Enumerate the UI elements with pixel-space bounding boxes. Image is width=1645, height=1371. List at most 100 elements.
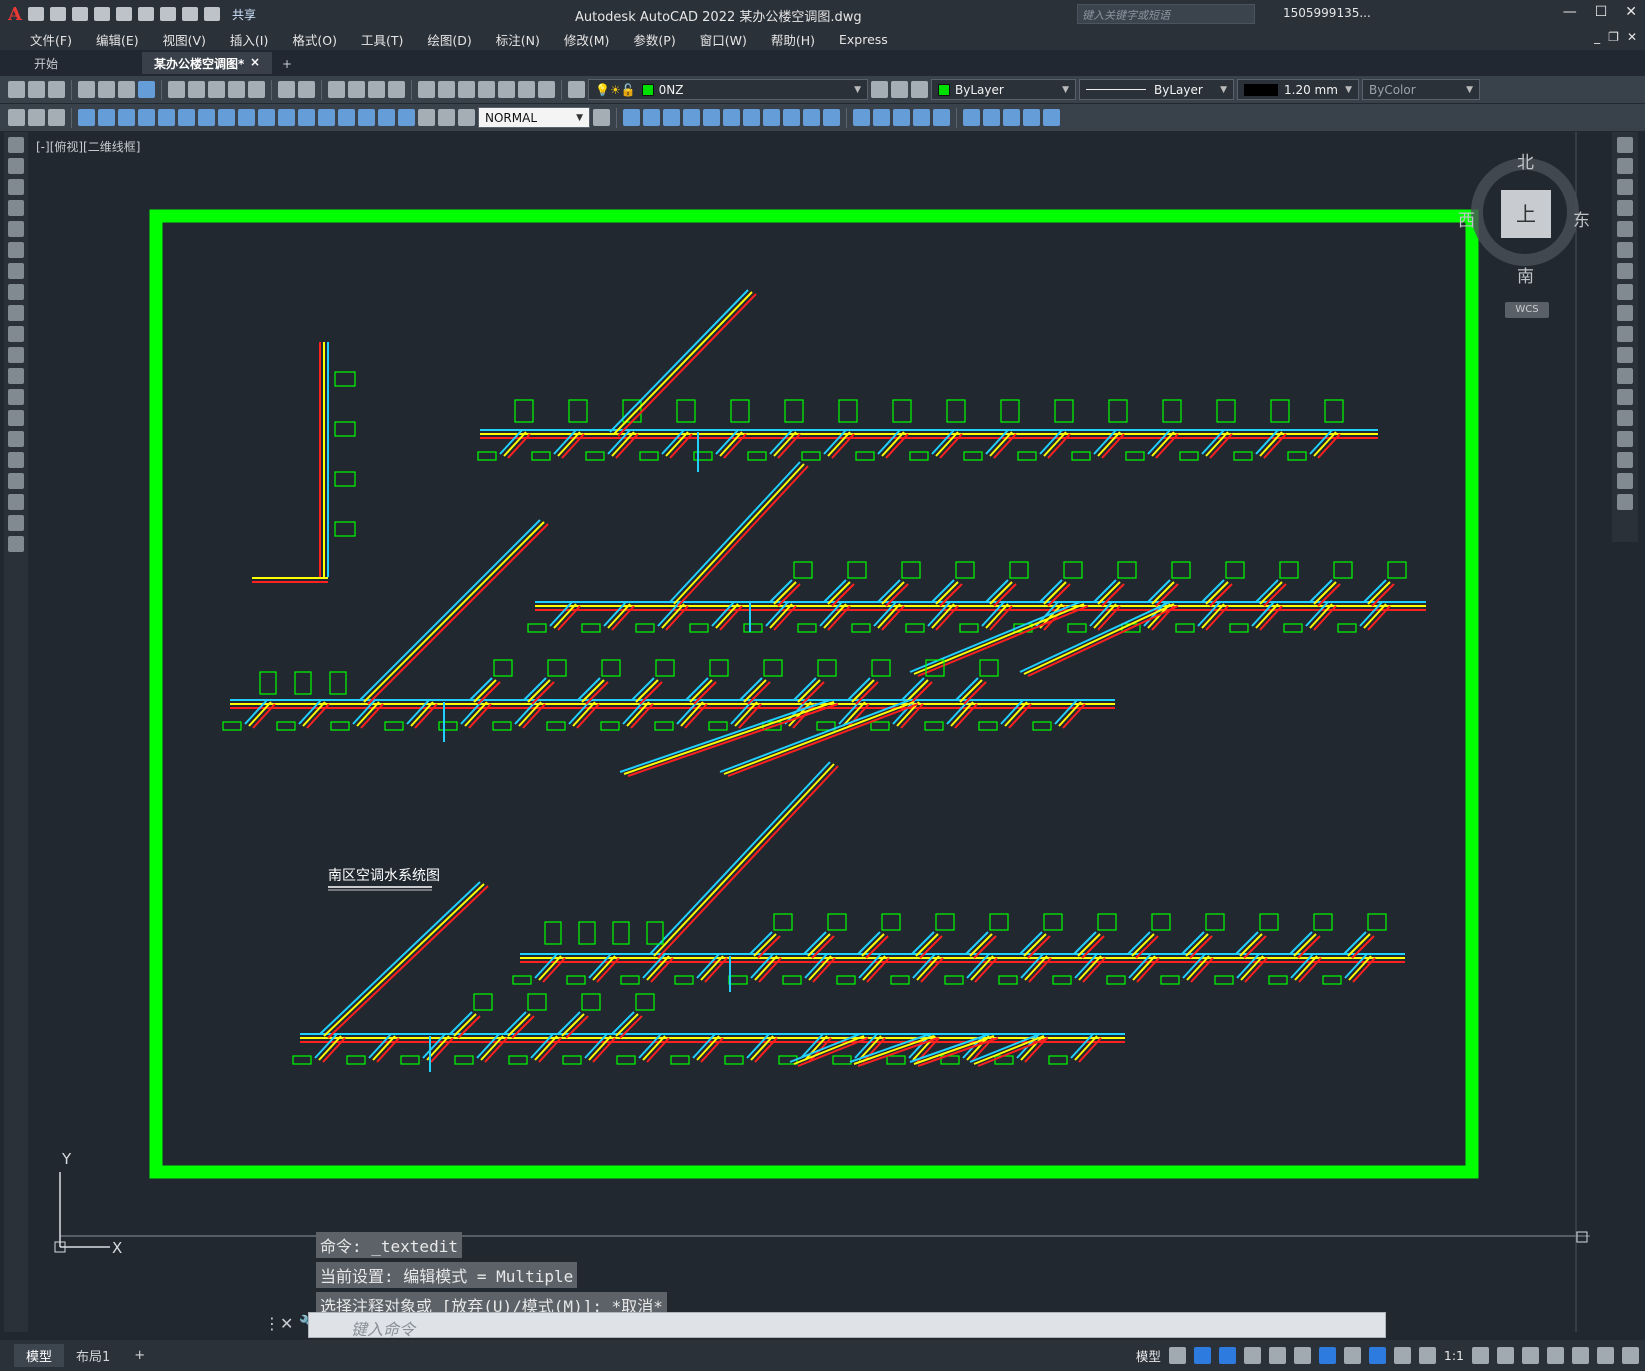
drawing-canvas[interactable]: 南区空调水系统图 Y X: [30, 132, 1610, 1332]
layer-dropdown[interactable]: 💡☀🔓 0NZ ▼: [588, 79, 868, 100]
menu-file[interactable]: 文件(F): [18, 30, 84, 49]
erase-icon[interactable]: [623, 109, 640, 126]
tool-palettes-icon[interactable]: [458, 81, 475, 98]
save-as-icon[interactable]: [93, 7, 110, 21]
redo-icon[interactable]: [203, 7, 220, 21]
open-web-icon[interactable]: [115, 7, 132, 21]
explode-icon[interactable]: [1617, 494, 1633, 510]
linear-dim-icon[interactable]: [78, 109, 95, 126]
scale-icon[interactable]: [763, 109, 780, 126]
copy-object-icon[interactable]: [643, 109, 660, 126]
add-selected-icon[interactable]: [8, 536, 24, 552]
undo-icon[interactable]: [181, 7, 198, 21]
menu-draw[interactable]: 绘图(D): [415, 30, 483, 49]
object-snap-tracking-icon[interactable]: [1293, 1347, 1311, 1364]
scale-value[interactable]: 1:1: [1444, 1348, 1464, 1363]
diameter-dim-icon[interactable]: [198, 109, 215, 126]
spline-icon[interactable]: [8, 305, 24, 321]
add-layout-button[interactable]: +: [122, 1346, 157, 1365]
dim-update2-icon[interactable]: [458, 109, 475, 126]
lineweight-dropdown[interactable]: 1.20 mm ▼: [1237, 79, 1359, 100]
grid-icon[interactable]: [1168, 1347, 1186, 1364]
open-icon[interactable]: [28, 81, 45, 98]
dim-style-icon[interactable]: [28, 109, 45, 126]
compass-south[interactable]: 南: [1517, 262, 1534, 287]
erase-icon[interactable]: [1617, 137, 1633, 153]
dim-break-icon[interactable]: [318, 109, 335, 126]
menu-edit[interactable]: 编辑(E): [84, 30, 151, 49]
new-file-icon[interactable]: [27, 7, 44, 21]
menu-insert[interactable]: 插入(I): [218, 30, 280, 49]
construction-line-icon[interactable]: [8, 158, 24, 174]
trim-icon[interactable]: [803, 109, 820, 126]
preview-icon[interactable]: [98, 81, 115, 98]
baseline-dim-icon[interactable]: [258, 109, 275, 126]
cut-icon[interactable]: [168, 81, 185, 98]
model-space-button[interactable]: 模型: [1136, 1346, 1161, 1365]
layer-state-icon[interactable]: [911, 81, 928, 98]
maximize-icon[interactable]: ☐: [1595, 4, 1608, 20]
continue-dim-icon[interactable]: [278, 109, 295, 126]
point-icon[interactable]: [8, 410, 24, 426]
mtext-icon[interactable]: [8, 515, 24, 531]
blend-icon[interactable]: [1617, 473, 1633, 489]
snap-mode-icon[interactable]: [1193, 1347, 1211, 1364]
table-icon[interactable]: [8, 494, 24, 510]
block-editor-icon[interactable]: [248, 81, 265, 98]
join-icon[interactable]: [873, 109, 890, 126]
plotstyle-dropdown[interactable]: ByColor ▼: [1362, 79, 1480, 100]
explode-icon[interactable]: [963, 109, 980, 126]
qnew-icon[interactable]: [8, 81, 25, 98]
angular-dim-icon[interactable]: [218, 109, 235, 126]
plot-icon[interactable]: [78, 81, 95, 98]
line-icon[interactable]: [8, 137, 24, 153]
design-center-palette-icon[interactable]: [438, 81, 455, 98]
view-cube-top-face[interactable]: 上: [1501, 190, 1551, 238]
help-icon[interactable]: [538, 81, 555, 98]
offset-icon[interactable]: [683, 109, 700, 126]
match-prop-icon[interactable]: [228, 81, 245, 98]
ordinate-dim-icon[interactable]: [138, 109, 155, 126]
menu-format[interactable]: 格式(O): [280, 30, 349, 49]
properties-icon[interactable]: [418, 81, 435, 98]
ellipse-icon[interactable]: [8, 326, 24, 342]
stretch-icon[interactable]: [1617, 305, 1633, 321]
aligned-dim-icon[interactable]: [98, 109, 115, 126]
linetype-dropdown[interactable]: ByLayer ▼: [1079, 79, 1234, 100]
scale-icon[interactable]: [1617, 284, 1633, 300]
jogged-linear-icon[interactable]: [398, 109, 415, 126]
ortho-icon[interactable]: [1218, 1347, 1236, 1364]
isodraft-icon[interactable]: [1268, 1347, 1286, 1364]
menu-tools[interactable]: 工具(T): [349, 30, 415, 49]
dim-icon[interactable]: [8, 109, 25, 126]
zoom-previous-icon[interactable]: [388, 81, 405, 98]
make-block-icon[interactable]: [8, 389, 24, 405]
lengthen-icon[interactable]: [983, 109, 1000, 126]
calculator-icon[interactable]: [518, 81, 535, 98]
layer-previous-icon[interactable]: [891, 81, 908, 98]
plot-icon[interactable]: [159, 7, 176, 21]
share-button[interactable]: 共享: [232, 6, 256, 23]
ellipse-arc-icon[interactable]: [8, 347, 24, 363]
tab-drawing[interactable]: 某办公楼空调图* ×: [142, 52, 272, 74]
compass-north[interactable]: 北: [1517, 148, 1534, 173]
polygon-icon[interactable]: [8, 200, 24, 216]
arc-length-icon[interactable]: [118, 109, 135, 126]
join-icon[interactable]: [1617, 410, 1633, 426]
edit-polyline-icon[interactable]: [1043, 109, 1060, 126]
dim-text-edit-icon[interactable]: [438, 109, 455, 126]
zoom-window-icon[interactable]: [368, 81, 385, 98]
inspect-icon[interactable]: [378, 109, 395, 126]
fullscreen-icon[interactable]: [1597, 1347, 1614, 1364]
arc-icon[interactable]: [8, 242, 24, 258]
revision-cloud-icon[interactable]: [8, 284, 24, 300]
save-icon[interactable]: [48, 81, 65, 98]
isolate-objects-icon[interactable]: [1522, 1347, 1539, 1364]
array-icon[interactable]: [703, 109, 720, 126]
hatch-icon[interactable]: [8, 431, 24, 447]
align-icon[interactable]: [1003, 109, 1020, 126]
menu-modify[interactable]: 修改(M): [552, 30, 622, 49]
chamfer-icon[interactable]: [893, 109, 910, 126]
doc-restore-icon[interactable]: ❐: [1608, 30, 1619, 44]
tab-layout1[interactable]: 布局1: [64, 1344, 122, 1367]
